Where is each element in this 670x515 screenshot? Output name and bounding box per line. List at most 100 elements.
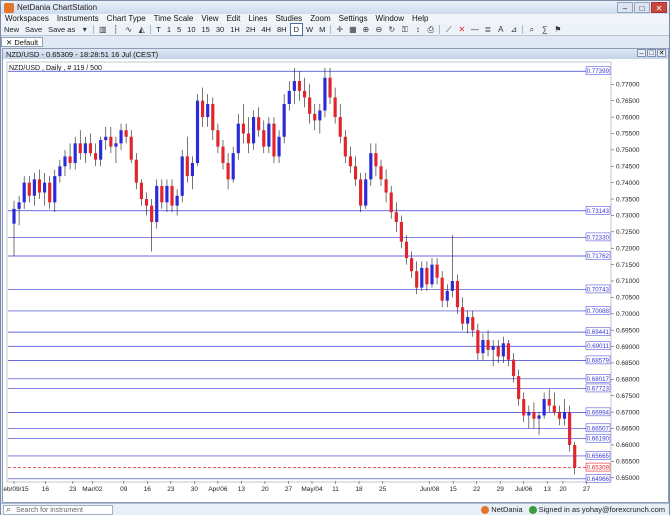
- candle-down: [262, 130, 266, 147]
- candle-down: [348, 156, 353, 167]
- candle-down: [134, 159, 138, 183]
- chart-window-controls: – □ ✕: [637, 49, 666, 57]
- candle-up: [369, 153, 373, 180]
- trendline-icon[interactable]: ⟋: [444, 25, 453, 34]
- candle-down: [297, 81, 302, 91]
- maximize-button[interactable]: □: [634, 2, 650, 13]
- magnifier-icon[interactable]: ⌕: [527, 25, 536, 34]
- x-tick-label: 13: [544, 486, 552, 493]
- menu-view[interactable]: View: [197, 14, 222, 24]
- zoom-in-icon[interactable]: ⊕: [361, 25, 370, 34]
- grid-icon[interactable]: ▦: [348, 25, 357, 34]
- signed-in-label: Signed in as yohay@forexcrunch.com: [538, 505, 665, 514]
- candle-down: [359, 179, 363, 206]
- dropdown-icon[interactable]: ▾: [80, 25, 89, 34]
- y-tick-label: 0.70000: [616, 311, 640, 318]
- x-tick-label: 15: [450, 486, 458, 493]
- timescale-1h[interactable]: 1H: [227, 24, 243, 35]
- area-chart-icon[interactable]: ◭: [137, 25, 146, 34]
- bar-chart-icon[interactable]: ┆: [111, 25, 120, 34]
- new-button[interactable]: New: [1, 24, 22, 35]
- timescale-monthly[interactable]: M: [316, 24, 328, 35]
- timescale-8h[interactable]: 8H: [274, 24, 290, 35]
- candle-down: [404, 241, 409, 259]
- timescale-5m[interactable]: 5: [174, 24, 184, 35]
- candle-down: [313, 113, 317, 121]
- study-icon[interactable]: ∑: [540, 25, 549, 34]
- candle-up: [175, 195, 179, 206]
- menu-lines[interactable]: Lines: [244, 14, 271, 24]
- line-chart-icon[interactable]: ∿: [124, 25, 133, 34]
- candle-down: [399, 222, 403, 242]
- delete-line-icon[interactable]: ✕: [457, 25, 466, 34]
- candle-down: [486, 340, 490, 350]
- zoom-out-icon[interactable]: ⊖: [374, 25, 383, 34]
- crosshair-icon[interactable]: ✛: [335, 25, 344, 34]
- timescale-tick[interactable]: T: [153, 24, 164, 35]
- instrument-search-input[interactable]: Search for instrument: [3, 504, 113, 515]
- y-tick-label: 0.66500: [616, 426, 640, 433]
- candle-down: [241, 123, 245, 134]
- x-tick-label: 11: [332, 486, 339, 493]
- alert-icon[interactable]: ⚑: [553, 25, 562, 34]
- candle-down: [522, 399, 526, 416]
- candle-down: [471, 317, 475, 331]
- save-button[interactable]: Save: [22, 24, 45, 35]
- status-bar: Search for instrument NetDania Signed in…: [1, 503, 669, 515]
- candle-down: [185, 156, 189, 177]
- level-label: 0.70743: [587, 286, 610, 293]
- refresh-icon[interactable]: ↻: [387, 25, 396, 34]
- chart-close-button[interactable]: ✕: [657, 49, 666, 57]
- candle-down: [302, 90, 307, 98]
- status-right: NetDania Signed in as yohay@forexcrunch.…: [481, 505, 665, 515]
- menu-zoom[interactable]: Zoom: [306, 14, 334, 24]
- y-tick-label: 0.69000: [616, 344, 640, 351]
- menu-time-scale[interactable]: Time Scale: [150, 14, 198, 24]
- menu-help[interactable]: Help: [408, 14, 432, 24]
- chart-minimize-button[interactable]: –: [637, 49, 646, 57]
- current-price-label: 0.65309: [587, 465, 610, 472]
- menu-workspaces[interactable]: Workspaces: [1, 14, 53, 24]
- timescale-10m[interactable]: 10: [184, 24, 198, 35]
- candle-up: [206, 103, 210, 118]
- scale-icon[interactable]: ↕: [413, 25, 422, 34]
- timescale-daily[interactable]: D: [289, 23, 303, 36]
- menu-chart-type[interactable]: Chart Type: [103, 14, 150, 24]
- chart-window-title: NZD/USD - 0.65309 - 18:28:51 16 Jul (CES…: [6, 49, 159, 59]
- lock-icon[interactable]: ⚿: [400, 25, 409, 34]
- minimize-button[interactable]: –: [617, 2, 633, 13]
- chart-maximize-button[interactable]: □: [647, 49, 656, 57]
- toolbar-separator: [93, 25, 95, 34]
- close-button[interactable]: ✕: [651, 2, 667, 13]
- candle-down: [379, 166, 383, 180]
- candle-up: [501, 343, 505, 357]
- candle-down: [78, 143, 82, 154]
- workspace-tab-default[interactable]: ✕ Default: [1, 37, 44, 47]
- print-icon[interactable]: ⎙: [426, 25, 435, 34]
- timescale-15m[interactable]: 15: [199, 24, 213, 35]
- fibonacci-icon[interactable]: ≣: [483, 25, 492, 34]
- menu-edit[interactable]: Edit: [223, 14, 245, 24]
- level-label: 0.66190: [587, 436, 610, 443]
- candle-down: [415, 271, 419, 288]
- candle-down: [410, 258, 414, 272]
- horizontal-line-icon[interactable]: —: [470, 25, 479, 34]
- candle-down: [568, 412, 572, 445]
- x-tick-label: 18: [355, 486, 363, 493]
- save-as-button[interactable]: Save as: [45, 24, 78, 35]
- candle-down: [257, 117, 261, 131]
- menu-window[interactable]: Window: [372, 14, 408, 24]
- timescale-4h[interactable]: 4H: [258, 24, 274, 35]
- candle-up: [420, 267, 424, 288]
- timescale-1m[interactable]: 1: [164, 24, 174, 35]
- timescale-weekly[interactable]: W: [303, 24, 316, 35]
- timescale-30m[interactable]: 30: [213, 24, 227, 35]
- candle-down: [93, 153, 98, 160]
- candlestick-chart[interactable]: NZD/USD , Daily , # 119 / 500 0.773990.7…: [3, 59, 668, 502]
- measure-icon[interactable]: ⊿: [509, 25, 518, 34]
- text-tool-icon[interactable]: A: [496, 25, 505, 34]
- timescale-2h[interactable]: 2H: [243, 24, 259, 35]
- menu-instruments[interactable]: Instruments: [53, 14, 103, 24]
- menu-settings[interactable]: Settings: [335, 14, 372, 24]
- candlestick-chart-icon[interactable]: ▥: [98, 25, 107, 34]
